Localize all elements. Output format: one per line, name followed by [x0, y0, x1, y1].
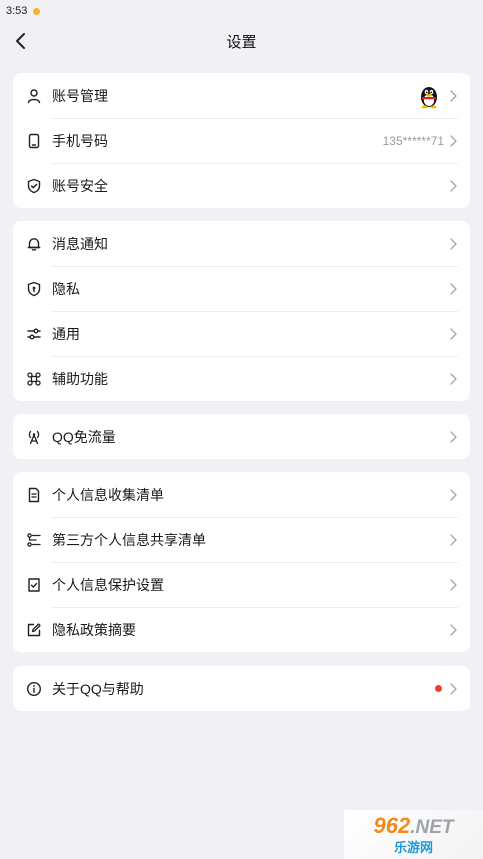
row-accessibility[interactable]: 辅助功能 — [13, 356, 470, 401]
qq-penguin-icon — [421, 86, 437, 108]
general-card: 消息通知 隐私 通用 辅助功能 — [13, 221, 470, 401]
row-label: 通用 — [52, 325, 80, 342]
status-bar: 3:53 — [0, 0, 483, 22]
account-card: 账号管理 手机号码 135******71 账号安全 — [13, 73, 470, 208]
row-label: 个人信息保护设置 — [52, 576, 164, 593]
watermark-net: .NET — [410, 817, 454, 838]
row-phone-number[interactable]: 手机号码 135******71 — [13, 118, 470, 163]
data-free-card: QQ免流量 — [13, 414, 470, 459]
update-badge — [435, 685, 442, 692]
row-account-management[interactable]: 账号管理 — [13, 73, 470, 118]
row-label: 账号安全 — [52, 177, 108, 194]
watermark-logo: 962.NET 乐游网 — [344, 810, 483, 859]
row-label: 第三方个人信息共享清单 — [52, 531, 206, 548]
row-info-collection-list[interactable]: 个人信息收集清单 — [13, 472, 470, 517]
info-icon — [26, 681, 42, 697]
signal-tower-icon — [26, 429, 42, 445]
chevron-right-icon — [448, 89, 458, 103]
shield-check-icon — [26, 178, 42, 194]
command-icon — [26, 371, 42, 387]
chevron-right-icon — [448, 372, 458, 386]
chevron-right-icon — [448, 682, 458, 696]
document-icon — [26, 487, 42, 503]
chevron-right-icon — [448, 623, 458, 637]
sliders-icon — [26, 326, 42, 342]
personal-info-card: 个人信息收集清单 第三方个人信息共享清单 个人信息保护设置 隐私政策摘要 — [13, 472, 470, 652]
share-list-icon — [26, 532, 42, 548]
chevron-right-icon — [448, 430, 458, 444]
nav-bar: 设置 — [0, 22, 483, 60]
row-label: 手机号码 — [52, 132, 108, 149]
about-card: 关于QQ与帮助 — [13, 666, 470, 711]
back-button[interactable] — [6, 26, 36, 56]
chevron-right-icon — [448, 533, 458, 547]
page-title: 设置 — [226, 33, 257, 51]
chevron-left-icon — [16, 33, 25, 49]
row-label: 账号管理 — [52, 87, 108, 104]
row-account-security[interactable]: 账号安全 — [13, 163, 470, 208]
chevron-right-icon — [448, 578, 458, 592]
edit-icon — [26, 622, 42, 638]
row-label: 隐私 — [52, 280, 80, 297]
row-qq-data-free[interactable]: QQ免流量 — [13, 414, 470, 459]
chevron-right-icon — [448, 282, 458, 296]
row-label: 隐私政策摘要 — [52, 621, 136, 638]
chevron-right-icon — [448, 179, 458, 193]
bell-icon — [26, 236, 42, 252]
avatar — [416, 83, 442, 109]
notification-dot-icon — [33, 7, 41, 15]
row-privacy[interactable]: 隐私 — [13, 266, 470, 311]
row-info-protection-settings[interactable]: 个人信息保护设置 — [13, 562, 470, 607]
row-general[interactable]: 通用 — [13, 311, 470, 356]
row-label: QQ免流量 — [52, 428, 116, 445]
watermark-number: 962 — [373, 813, 411, 838]
check-box-icon — [26, 577, 42, 593]
chevron-right-icon — [448, 134, 458, 148]
phone-icon — [26, 133, 42, 149]
privacy-shield-icon — [26, 281, 42, 297]
row-notifications[interactable]: 消息通知 — [13, 221, 470, 266]
row-label: 辅助功能 — [52, 370, 108, 387]
person-icon — [26, 88, 42, 104]
row-label: 消息通知 — [52, 235, 108, 252]
chevron-right-icon — [448, 237, 458, 251]
row-privacy-policy-summary[interactable]: 隐私政策摘要 — [13, 607, 470, 652]
status-time: 3:53 — [6, 5, 28, 17]
row-label: 关于QQ与帮助 — [52, 680, 144, 697]
chevron-right-icon — [448, 327, 458, 341]
row-label: 个人信息收集清单 — [52, 486, 164, 503]
row-about-qq-help[interactable]: 关于QQ与帮助 — [13, 666, 470, 711]
phone-value: 135******71 — [382, 133, 444, 148]
row-third-party-share-list[interactable]: 第三方个人信息共享清单 — [13, 517, 470, 562]
watermark-site: 乐游网 — [393, 840, 433, 855]
chevron-right-icon — [448, 488, 458, 502]
